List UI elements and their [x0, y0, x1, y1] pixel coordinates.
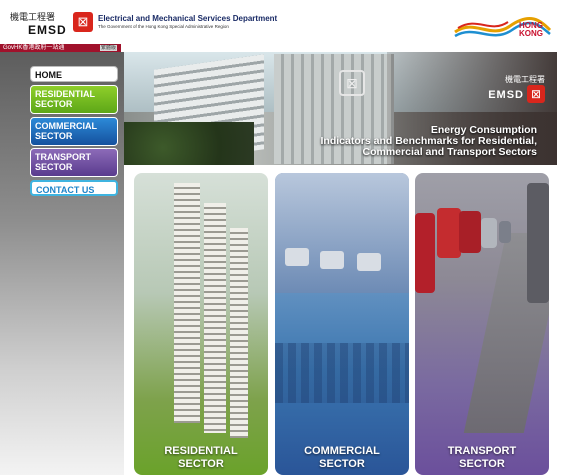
- language-toggle-button[interactable]: 繁體版: [100, 45, 117, 51]
- residential-tower-image: [230, 228, 248, 438]
- sidebar-item-transport[interactable]: TRANSPORT SECTOR: [30, 148, 118, 177]
- sidebar-item-home[interactable]: HOME: [30, 66, 118, 82]
- office-chair-image: [285, 248, 309, 266]
- emsd-logo-english[interactable]: EMSD: [28, 23, 67, 37]
- brand-hong-kong-logo[interactable]: HONG KONG: [450, 10, 555, 42]
- commercial-sector-panel[interactable]: COMMERCIAL SECTOR: [275, 173, 409, 475]
- residential-panel-label: RESIDENTIAL SECTOR: [134, 445, 268, 471]
- car-image: [459, 211, 481, 253]
- banner-logo-english: EMSD: [488, 89, 524, 102]
- department-subtitle: The Government of the Hong Kong Special …: [98, 24, 229, 29]
- residential-label-line1: RESIDENTIAL: [164, 445, 238, 457]
- emsd-logo-chinese: 機電工程署: [10, 13, 56, 23]
- banner-title-line3: Commercial and Transport Sectors: [362, 146, 537, 158]
- office-chair-image: [320, 251, 344, 269]
- commercial-office-image: [275, 173, 409, 293]
- commercial-label-line2: SECTOR: [319, 458, 365, 470]
- transport-sector-panel[interactable]: TRANSPORT SECTOR: [415, 173, 549, 475]
- banner-title: Energy Consumption Indicators and Benchm…: [321, 125, 537, 158]
- car-image: [481, 218, 497, 248]
- transport-label-line1: TRANSPORT: [447, 445, 517, 457]
- commercial-skyline-image: [275, 343, 409, 403]
- banner-emsd-logo: 機電工程署 EMSD ⊠: [488, 74, 545, 103]
- residential-tower-image: [204, 203, 226, 433]
- hero-banner: ⊠ 機電工程署 EMSD ⊠ Energy Consumption Indicat…: [124, 52, 557, 165]
- car-image: [437, 208, 461, 258]
- sidebar-item-residential[interactable]: RESIDENTIAL SECTOR: [30, 85, 118, 114]
- car-image: [499, 221, 511, 243]
- residential-sector-panel[interactable]: RESIDENTIAL SECTOR: [134, 173, 268, 475]
- building-emblem-icon: ⊠: [339, 70, 365, 96]
- banner-emblem-icon: ⊠: [527, 85, 545, 103]
- residential-tower-image: [174, 183, 200, 423]
- sidebar-item-commercial[interactable]: COMMERCIAL SECTOR: [30, 117, 118, 146]
- office-chair-image: [357, 253, 381, 271]
- emsd-emblem-icon[interactable]: ⊠: [73, 12, 93, 32]
- brand-hong-kong-text: HONG KONG: [519, 21, 543, 38]
- bus-image: [527, 183, 549, 303]
- residential-label-line2: SECTOR: [178, 458, 224, 470]
- banner-trees-image: [124, 122, 254, 165]
- sidebar: [0, 52, 124, 475]
- sidebar-item-contact-us[interactable]: CONTACT US: [30, 180, 118, 196]
- commercial-panel-label: COMMERCIAL SECTOR: [275, 445, 409, 471]
- banner-logo-chinese: 機電工程署: [505, 75, 545, 84]
- transport-label-line2: SECTOR: [459, 458, 505, 470]
- car-image: [415, 213, 435, 293]
- department-name: Electrical and Mechanical Services Depar…: [98, 14, 278, 23]
- site-header: 機電工程署 EMSD ⊠ Electrical and Mechanical S…: [0, 0, 564, 44]
- govhk-bar: GovHK香港政府一站通 繁體版: [0, 44, 121, 52]
- govhk-link[interactable]: GovHK香港政府一站通: [3, 44, 64, 52]
- transport-panel-label: TRANSPORT SECTOR: [415, 445, 549, 471]
- commercial-label-line1: COMMERCIAL: [304, 445, 380, 457]
